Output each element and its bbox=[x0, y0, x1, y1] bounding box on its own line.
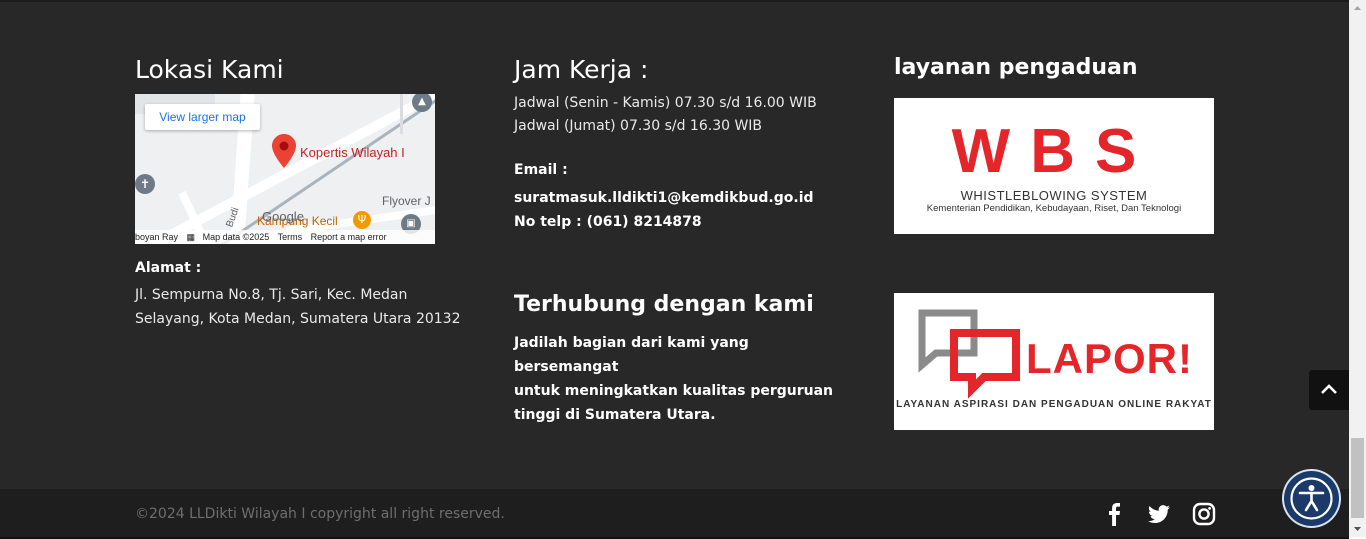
keyboard-icon[interactable]: ▦ bbox=[187, 232, 195, 242]
hours-line: Jadwal (Senin - Kamis) 07.30 s/d 16.00 W… bbox=[514, 95, 817, 111]
scroll-down-icon[interactable] bbox=[1353, 524, 1362, 533]
location-heading: Lokasi Kami bbox=[135, 55, 284, 84]
scrollbar-thumb[interactable] bbox=[1351, 438, 1364, 518]
map-pin-icon[interactable] bbox=[272, 134, 296, 168]
chevron-up-icon bbox=[1321, 384, 1337, 394]
location-column: Lokasi Kami bbox=[135, 55, 284, 84]
map-pin-label[interactable]: Kopertis Wilayah I bbox=[300, 145, 405, 160]
hours-line: Jadwal (Jumat) 07.30 s/d 16.30 WIB bbox=[514, 118, 763, 134]
footer-main: Lokasi Kami View larger map ✝ ▲ ▣ Ψ Kope… bbox=[0, 2, 1349, 489]
map-attribution: boyan Ray ▦ Map data ©2025 Terms Report … bbox=[135, 230, 435, 244]
map-flyover-label: Flyover J bbox=[382, 194, 431, 208]
twitter-icon[interactable] bbox=[1146, 501, 1172, 527]
address-block: Alamat : Jl. Sempurna No.8, Tj. Sari, Ke… bbox=[135, 256, 475, 331]
accessibility-button[interactable] bbox=[1284, 471, 1339, 526]
lapor-subtitle: LAYANAN ASPIRASI DAN PENGADUAN ONLINE RA… bbox=[896, 399, 1212, 410]
copyright-text: ©2024 LLDikti Wilayah I copyright all ri… bbox=[135, 506, 505, 522]
contact-text: tinggi di Sumatera Utara. bbox=[514, 407, 716, 423]
hours-column: Jam Kerja : Jadwal (Senin - Kamis) 07.30… bbox=[514, 55, 854, 234]
address-line: Jl. Sempurna No.8, Tj. Sari, Kec. Medan bbox=[135, 287, 408, 303]
wbs-ministry: Kementerian Pendidikan, Kebudayaan, Rise… bbox=[926, 203, 1182, 214]
complaints-column: layanan pengaduan bbox=[894, 55, 1138, 80]
address-label: Alamat : bbox=[135, 260, 202, 276]
google-logo: Google bbox=[262, 209, 304, 224]
wbs-banner[interactable]: WBS WHISTLEBLOWING SYSTEM Kementerian Pe… bbox=[894, 98, 1214, 234]
scroll-up-icon[interactable] bbox=[1353, 4, 1362, 13]
restaurant-icon[interactable]: Ψ bbox=[353, 211, 371, 229]
lapor-logo-text: LAPOR! bbox=[1026, 335, 1193, 382]
lapor-chat-icon bbox=[918, 309, 1020, 399]
contact-heading: Terhubung dengan kami bbox=[514, 292, 814, 317]
contact-text: untuk meningkatkan kualitas perguruan bbox=[514, 383, 834, 399]
footer: Lokasi Kami View larger map ✝ ▲ ▣ Ψ Kope… bbox=[0, 0, 1349, 539]
email-address[interactable]: suratmasuk.lldikti1@kemdikbud.go.id bbox=[514, 186, 854, 210]
map-data-label: Map data ©2025 bbox=[202, 232, 270, 242]
email-label: Email : bbox=[514, 162, 568, 178]
hours-heading: Jam Kerja : bbox=[514, 55, 649, 84]
map-road bbox=[400, 94, 403, 134]
map-report-link[interactable]: Report a map error bbox=[311, 232, 387, 242]
wbs-logo-text: WBS bbox=[951, 117, 1157, 186]
instagram-icon[interactable] bbox=[1191, 501, 1217, 527]
map-attrib-place: boyan Ray bbox=[135, 232, 179, 242]
church-icon[interactable]: ✝ bbox=[135, 174, 155, 194]
facebook-icon[interactable] bbox=[1101, 501, 1127, 527]
school-icon[interactable]: ▲ bbox=[412, 94, 432, 112]
complaints-heading: layanan pengaduan bbox=[894, 55, 1138, 80]
map-terms-link[interactable]: Terms bbox=[278, 232, 303, 242]
lapor-banner[interactable]: LAPOR! LAYANAN ASPIRASI DAN PENGADUAN ON… bbox=[894, 293, 1214, 430]
phone-number: No telp : (061) 8214878 bbox=[514, 214, 702, 230]
contact-block: Terhubung dengan kami Jadilah bagian dar… bbox=[514, 292, 854, 427]
wbs-subtitle: WHISTLEBLOWING SYSTEM bbox=[960, 188, 1148, 203]
address-line: Selayang, Kota Medan, Sumatera Utara 201… bbox=[135, 311, 461, 327]
view-larger-map-link[interactable]: View larger map bbox=[145, 104, 260, 130]
location-map[interactable]: View larger map ✝ ▲ ▣ Ψ Kopertis Wilayah… bbox=[135, 94, 435, 244]
contact-text: Jadilah bagian dari kami yang bersemanga… bbox=[514, 335, 749, 375]
accessibility-icon bbox=[1290, 477, 1333, 520]
back-to-top-button[interactable] bbox=[1309, 370, 1349, 410]
